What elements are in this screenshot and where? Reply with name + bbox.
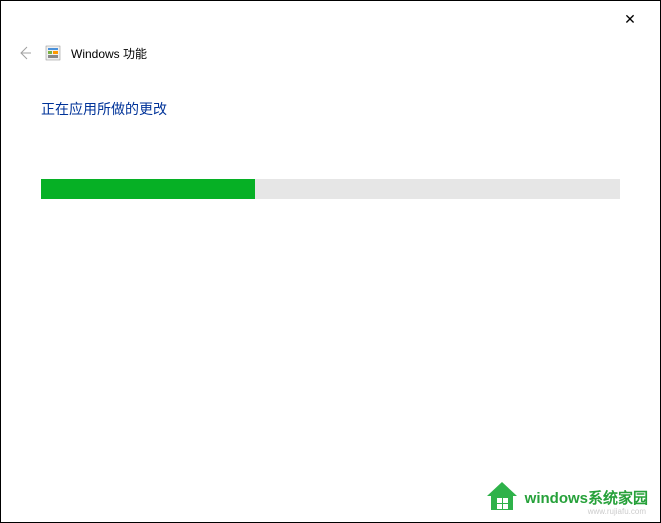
- progress-bar: [41, 179, 620, 199]
- dialog-title: Windows 功能: [71, 45, 147, 62]
- back-arrow-icon: [17, 45, 33, 61]
- back-button[interactable]: [15, 43, 35, 63]
- dialog-header: Windows 功能: [1, 37, 660, 69]
- watermark-house-icon: [483, 480, 521, 514]
- status-heading: 正在应用所做的更改: [41, 99, 620, 119]
- watermark: windows系统家园 www.rujiafu.com: [483, 480, 648, 514]
- watermark-text: windows系统家园: [525, 487, 648, 508]
- dialog-content: 正在应用所做的更改: [1, 69, 660, 229]
- titlebar: ✕: [1, 1, 660, 37]
- app-icon: [45, 45, 61, 61]
- close-icon: ✕: [624, 11, 636, 28]
- watermark-url: www.rujiafu.com: [588, 507, 646, 516]
- dialog-window: ✕ Windows 功能 正在应用所做的更改: [0, 0, 661, 523]
- close-button[interactable]: ✕: [608, 5, 652, 33]
- progress-fill: [41, 179, 255, 199]
